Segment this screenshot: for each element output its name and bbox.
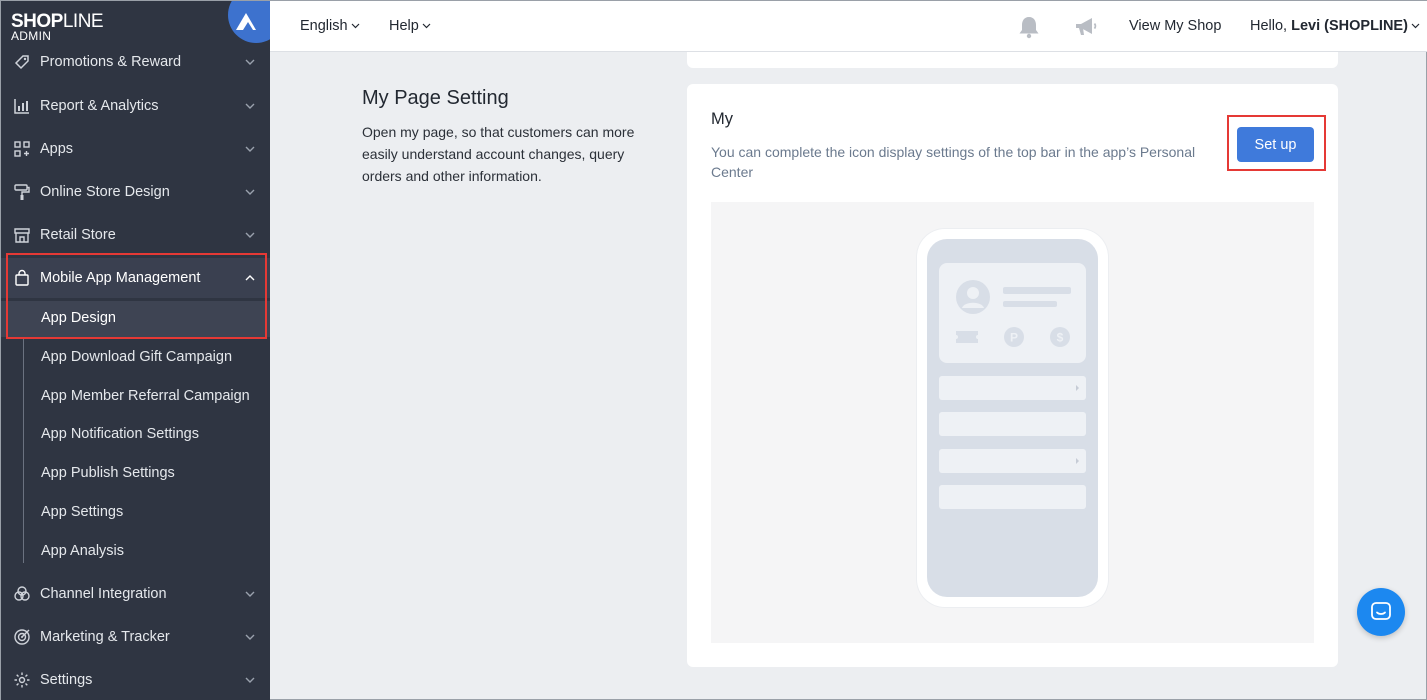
- sidebar-subitem-app-design[interactable]: App Design: [1, 301, 270, 337]
- tag-icon: [14, 55, 29, 70]
- sidebar-item-label: Promotions & Reward: [40, 54, 182, 70]
- chat-icon: [1371, 602, 1391, 620]
- sidebar-item-label: Online Store Design: [40, 184, 170, 200]
- chevron-down-icon: [245, 103, 255, 109]
- view-my-shop-link[interactable]: View My Shop: [1129, 18, 1221, 34]
- sidebar-item-online-store-design[interactable]: Online Store Design: [1, 172, 270, 212]
- sidebar-item-mobile-app-management[interactable]: Mobile App Management: [1, 258, 270, 298]
- shopping-bag-icon: [15, 269, 29, 286]
- section-description: Open my page, so that customers can more…: [362, 124, 635, 184]
- chevron-right-icon: [1076, 385, 1079, 391]
- sidebar-subitem-app-publish-settings[interactable]: App Publish Settings: [1, 456, 270, 492]
- chevron-down-icon: [245, 232, 255, 238]
- chevron-down-icon: [245, 634, 255, 640]
- list-row-placeholder: [939, 449, 1086, 473]
- chevron-down-icon: [245, 591, 255, 597]
- store-icon: [14, 228, 30, 243]
- help-label: Help: [389, 18, 419, 34]
- sidebar-subitem-app-notification-settings[interactable]: App Notification Settings: [1, 417, 270, 453]
- sidebar: SHOPLINE ADMIN Promotions & Reward Repor…: [1, 1, 270, 700]
- language-label: English: [300, 18, 348, 34]
- chart-icon: [14, 99, 29, 114]
- svg-text:P: P: [1010, 331, 1018, 345]
- sidebar-subitem-label: App Design: [41, 310, 116, 326]
- sidebar-item-label: Apps: [40, 141, 74, 157]
- sidebar-item-label: Marketing & Tracker: [40, 629, 170, 645]
- user-name: Levi (SHOPLINE): [1291, 18, 1408, 34]
- sidebar-subitem-label: App Settings: [41, 504, 124, 520]
- set-up-button[interactable]: Set up: [1237, 127, 1314, 162]
- sidebar-item-retail-store[interactable]: Retail Store: [1, 215, 270, 255]
- channels-icon: [14, 586, 30, 601]
- chevron-right-icon: [1076, 458, 1079, 464]
- profile-card-placeholder: P $: [939, 263, 1086, 363]
- list-row-placeholder: [939, 485, 1086, 509]
- paint-roller-icon: [14, 184, 30, 200]
- subtitle-placeholder-line: [1003, 301, 1057, 307]
- avatar-icon: [956, 280, 990, 314]
- sidebar-item-report-analytics[interactable]: Report & Analytics: [1, 86, 270, 126]
- chevron-down-icon: [422, 23, 431, 29]
- sidebar-subitem-app-member-referral-campaign[interactable]: App Member Referral Campaign: [1, 379, 270, 415]
- user-menu[interactable]: Hello, Levi (SHOPLINE): [1250, 18, 1420, 34]
- sidebar-subitem-label: App Analysis: [41, 543, 125, 559]
- chevron-down-icon: [351, 23, 359, 29]
- help-menu[interactable]: Help: [389, 18, 431, 34]
- dollar-icon: $: [1050, 327, 1070, 347]
- name-placeholder-line: [1003, 287, 1071, 294]
- sidebar-item-label: Channel Integration: [40, 586, 167, 602]
- chevron-down-icon: [245, 677, 255, 683]
- chevron-down-icon: [1411, 23, 1420, 29]
- sidebar-item-label: Retail Store: [40, 227, 116, 243]
- chat-support-button[interactable]: [1357, 588, 1405, 636]
- chevron-up-icon: [245, 275, 255, 281]
- sidebar-item-channel-integration[interactable]: Channel Integration: [1, 574, 270, 614]
- megaphone-icon[interactable]: [1073, 15, 1099, 39]
- sidebar-subitem-label: App Member Referral Campaign: [41, 388, 250, 404]
- gear-icon: [14, 672, 30, 688]
- ticket-icon: [956, 331, 978, 343]
- chevron-down-icon: [245, 59, 255, 65]
- sidebar-item-label: Settings: [40, 672, 93, 688]
- list-row-placeholder: [939, 412, 1086, 436]
- list-row-placeholder: [939, 376, 1086, 400]
- phone-screen: P $: [927, 239, 1098, 597]
- sidebar-subitem-app-settings[interactable]: App Settings: [1, 495, 270, 531]
- phone-mockup: P $: [917, 229, 1108, 607]
- section-title: My Page Setting: [362, 87, 509, 109]
- apps-grid-icon: [14, 141, 30, 157]
- previous-card-bottom: [687, 52, 1338, 68]
- my-page-preview: P $: [711, 202, 1314, 643]
- sidebar-subitem-app-analysis[interactable]: App Analysis: [1, 534, 270, 570]
- sidebar-subitem-label: App Publish Settings: [41, 465, 175, 481]
- brand-header[interactable]: SHOPLINE ADMIN: [1, 1, 270, 47]
- top-bar: English Help View My Shop Hello, Levi (S…: [270, 1, 1427, 52]
- sidebar-subitem-app-download-gift-campaign[interactable]: App Download Gift Campaign: [1, 340, 270, 376]
- chevron-down-icon: [245, 189, 255, 195]
- language-selector[interactable]: English: [300, 18, 360, 34]
- sidebar-subitem-label: App Download Gift Campaign: [41, 349, 233, 365]
- target-icon: [14, 629, 30, 645]
- sidebar-subitem-label: App Notification Settings: [41, 426, 199, 442]
- chevron-down-icon: [245, 146, 255, 152]
- svg-text:$: $: [1057, 331, 1064, 345]
- greeting-label: Hello,: [1250, 18, 1288, 34]
- sidebar-item-label: Mobile App Management: [40, 270, 201, 286]
- my-page-card: My You can complete the icon display set…: [687, 84, 1338, 667]
- sidebar-item-label: Report & Analytics: [40, 98, 159, 114]
- card-description: You can complete the icon display settin…: [711, 144, 1196, 180]
- points-icon: P: [1004, 327, 1024, 347]
- brand-mountain-icon: [228, 1, 270, 43]
- bell-icon[interactable]: [1016, 15, 1042, 39]
- sidebar-item-apps[interactable]: Apps: [1, 129, 270, 169]
- sidebar-item-marketing-tracker[interactable]: Marketing & Tracker: [1, 617, 270, 657]
- sidebar-item-settings[interactable]: Settings: [1, 660, 270, 700]
- card-title: My: [711, 110, 733, 128]
- sidebar-item-promotions[interactable]: Promotions & Reward: [1, 42, 270, 82]
- brand-subtitle: ADMIN: [11, 29, 52, 43]
